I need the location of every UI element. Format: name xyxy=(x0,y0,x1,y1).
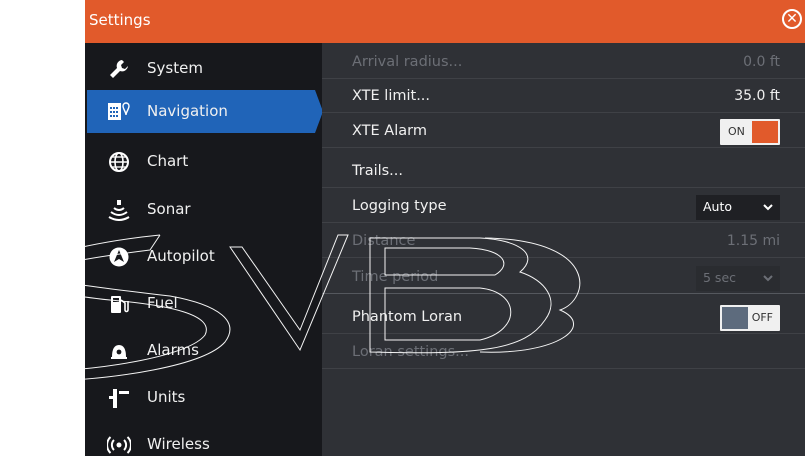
xte-limit-row[interactable]: XTE limit... 35.0 ft xyxy=(322,81,805,113)
logging-type-dropdown[interactable]: Auto xyxy=(696,195,780,220)
distance-label: Distance xyxy=(352,233,416,249)
sidebar-item-units[interactable]: Units xyxy=(85,374,322,421)
close-button[interactable]: ✕ xyxy=(782,9,802,29)
wrench-icon xyxy=(107,57,131,81)
toggle-knob xyxy=(752,121,778,143)
arrival-radius-row: Arrival radius... 0.0 ft xyxy=(322,47,805,79)
alarm-bell-icon xyxy=(107,339,131,363)
phantom-loran-toggle[interactable]: OFF xyxy=(720,305,780,331)
distance-row: Distance 1.15 mi xyxy=(322,226,805,258)
navigation-icon xyxy=(107,100,131,124)
toggle-state-label: OFF xyxy=(751,311,773,324)
sidebar-item-alarms[interactable]: Alarms xyxy=(85,327,322,374)
toggle-state-label: ON xyxy=(728,125,745,138)
sidebar-item-navigation[interactable]: Navigation xyxy=(85,88,323,135)
title-bar: Settings ✕ xyxy=(85,0,805,43)
distance-value: 1.15 mi xyxy=(726,233,780,249)
time-period-label: Time period xyxy=(352,269,439,285)
logging-type-row: Logging type Auto xyxy=(322,191,805,223)
sonar-icon xyxy=(107,198,131,222)
logging-type-label: Logging type xyxy=(352,198,447,214)
logging-type-value: Auto xyxy=(703,199,733,214)
sidebar-item-label: Chart xyxy=(147,152,189,170)
wireless-icon xyxy=(107,433,131,456)
sidebar-item-autopilot[interactable]: Autopilot xyxy=(85,233,322,280)
autopilot-icon xyxy=(107,245,131,269)
sidebar-item-system[interactable]: System xyxy=(85,45,322,92)
time-period-value: 5 sec xyxy=(703,270,737,285)
xte-alarm-label: XTE Alarm xyxy=(352,123,427,139)
globe-icon xyxy=(107,150,131,174)
xte-limit-value: 35.0 ft xyxy=(734,88,780,104)
trails-label: Trails... xyxy=(352,163,404,179)
sidebar-item-label: Navigation xyxy=(147,102,228,120)
toggle-knob xyxy=(722,307,748,329)
sidebar-item-label: Units xyxy=(147,388,186,406)
chevron-down-icon xyxy=(756,266,780,291)
loran-settings-row: Loran settings... xyxy=(322,337,805,369)
arrival-radius-value: 0.0 ft xyxy=(743,54,780,70)
settings-sidebar: System Navigation Chart Sonar Autopilot … xyxy=(85,43,323,456)
navigation-settings-panel: Arrival radius... 0.0 ft XTE limit... 35… xyxy=(322,43,805,456)
time-period-row: Time period 5 sec xyxy=(322,262,805,294)
xte-alarm-row: XTE Alarm ON xyxy=(322,116,805,148)
loran-settings-label: Loran settings... xyxy=(352,344,469,360)
fuel-pump-icon xyxy=(107,292,131,316)
units-icon xyxy=(107,386,131,410)
sidebar-item-sonar[interactable]: Sonar xyxy=(85,186,322,233)
xte-alarm-toggle[interactable]: ON xyxy=(720,119,780,145)
time-period-dropdown: 5 sec xyxy=(696,266,780,291)
chevron-down-icon xyxy=(756,195,780,220)
sidebar-item-label: Wireless xyxy=(147,435,210,453)
sidebar-item-wireless[interactable]: Wireless xyxy=(85,421,322,456)
close-icon: ✕ xyxy=(786,11,798,27)
sidebar-item-label: Alarms xyxy=(147,341,199,359)
xte-limit-label: XTE limit... xyxy=(352,88,431,104)
sidebar-item-label: System xyxy=(147,59,203,77)
sidebar-item-label: Sonar xyxy=(147,200,191,218)
arrival-radius-label: Arrival radius... xyxy=(352,54,463,70)
sidebar-item-label: Fuel xyxy=(147,294,178,312)
sidebar-item-fuel[interactable]: Fuel xyxy=(85,280,322,327)
phantom-loran-row: Phantom Loran OFF xyxy=(322,302,805,334)
trails-row[interactable]: Trails... xyxy=(322,156,805,188)
settings-window: Settings ✕ System Navigation Chart Sonar… xyxy=(85,0,805,456)
sidebar-item-chart[interactable]: Chart xyxy=(85,138,322,185)
sidebar-item-label: Autopilot xyxy=(147,247,215,265)
window-title: Settings xyxy=(89,11,151,29)
phantom-loran-label: Phantom Loran xyxy=(352,309,463,325)
